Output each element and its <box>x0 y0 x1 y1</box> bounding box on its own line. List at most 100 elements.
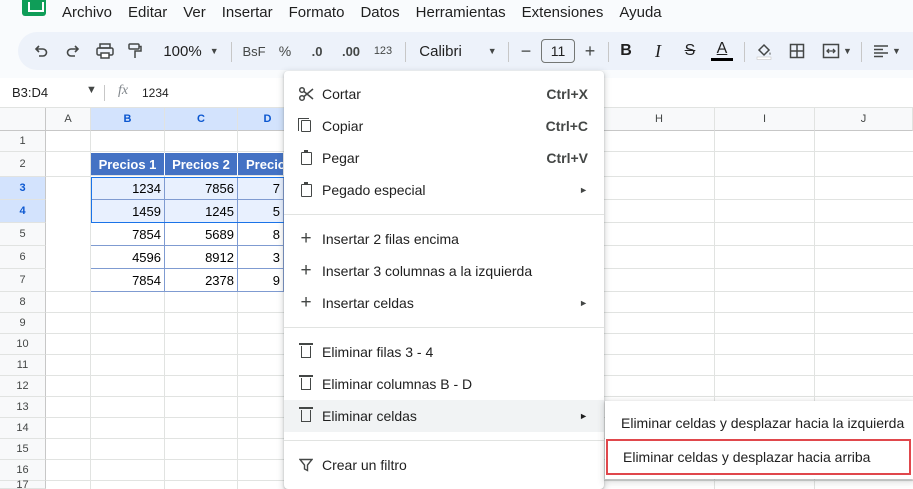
row-header-3[interactable]: 3 <box>0 177 46 200</box>
table-cell[interactable]: 1459 <box>91 200 165 223</box>
chevron-down-icon[interactable]: ▼ <box>86 84 97 96</box>
paint-format-icon[interactable] <box>124 32 146 70</box>
row-header-17[interactable]: 17 <box>0 479 46 489</box>
menu-item-pegado-especial[interactable]: Pegado especial ► <box>284 174 604 206</box>
row-header-15[interactable]: 15 <box>0 439 46 460</box>
toolbar-divider <box>231 42 232 62</box>
menu-item-label: Eliminar filas 3 - 4 <box>322 344 434 360</box>
select-all-corner[interactable] <box>0 108 46 131</box>
text-color-label: A <box>716 40 728 57</box>
merge-cells-icon[interactable]: ▼ <box>818 32 856 70</box>
menu-item-copiar[interactable]: Copiar Ctrl+C <box>284 110 604 142</box>
italic-button[interactable]: I <box>648 32 668 70</box>
table-cell[interactable]: 8912 <box>165 246 238 269</box>
increase-decimals-button[interactable]: .00 <box>336 32 366 70</box>
menu-herramientas[interactable]: Herramientas <box>416 4 506 21</box>
menu-item-label: Pegado especial <box>322 182 426 198</box>
undo-icon[interactable] <box>30 32 52 70</box>
row-header-9[interactable]: 9 <box>0 313 46 334</box>
menu-item-eliminar-celdas[interactable]: Eliminar celdas ► <box>284 400 604 432</box>
menu-item-eliminar-columnas[interactable]: Eliminar columnas B - D <box>284 368 604 400</box>
bold-button[interactable]: B <box>616 32 636 70</box>
menu-formato[interactable]: Formato <box>289 4 345 21</box>
row-header-11[interactable]: 11 <box>0 355 46 376</box>
decrease-font-size-icon[interactable]: − <box>516 32 536 70</box>
font-size-input[interactable]: 11 <box>541 39 575 63</box>
row-header-1[interactable]: 1 <box>0 131 46 152</box>
menu-extensiones[interactable]: Extensiones <box>522 4 604 21</box>
column-header-h[interactable]: H <box>604 108 715 131</box>
increase-font-size-icon[interactable]: + <box>580 32 600 70</box>
column-header-b[interactable]: B <box>91 108 165 131</box>
table-cell[interactable]: 9 <box>238 269 284 292</box>
column-header-j[interactable]: J <box>815 108 913 131</box>
text-color-button[interactable]: A <box>710 32 734 70</box>
row-header-13[interactable]: 13 <box>0 397 46 418</box>
menu-ayuda[interactable]: Ayuda <box>619 4 661 21</box>
table-header-cell[interactable]: Precios 1 <box>91 153 165 176</box>
menu-item-crear-filtro[interactable]: Crear un filtro <box>284 449 604 481</box>
menu-item-insertar-columnas[interactable]: + Insertar 3 columnas a la izquierda <box>284 255 604 287</box>
borders-icon[interactable] <box>786 32 808 70</box>
table-cell[interactable]: 1234 <box>91 177 165 200</box>
column-header-i[interactable]: I <box>715 108 815 131</box>
menu-ver[interactable]: Ver <box>183 4 206 21</box>
menu-item-pegar[interactable]: Pegar Ctrl+V <box>284 142 604 174</box>
table-cell[interactable]: 3 <box>238 246 284 269</box>
row-header-12[interactable]: 12 <box>0 376 46 397</box>
menu-insertar[interactable]: Insertar <box>222 4 273 21</box>
table-cell[interactable]: 7 <box>238 177 284 200</box>
menu-item-cortar[interactable]: Cortar Ctrl+X <box>284 78 604 110</box>
redo-icon[interactable] <box>62 32 84 70</box>
table-cell[interactable]: 5689 <box>165 223 238 246</box>
row-header-8[interactable]: 8 <box>0 292 46 313</box>
horizontal-align-icon[interactable]: ▼ <box>868 32 906 70</box>
fill-color-icon[interactable] <box>752 32 776 70</box>
column-header-c[interactable]: C <box>165 108 238 131</box>
menu-item-insertar-celdas[interactable]: + Insertar celdas ► <box>284 287 604 319</box>
scissors-icon <box>298 86 314 102</box>
formula-input[interactable]: 1234 <box>142 86 169 100</box>
submenu-item-shift-left[interactable]: Eliminar celdas y desplazar hacia la izq… <box>605 404 913 442</box>
italic-label: I <box>655 40 661 61</box>
column-header-a[interactable]: A <box>46 108 91 131</box>
menu-item-insertar-filas[interactable]: + Insertar 2 filas encima <box>284 223 604 255</box>
decrease-decimals-button[interactable]: .0 <box>303 32 331 70</box>
table-cell[interactable]: 7854 <box>91 223 165 246</box>
percent-format-button[interactable]: % <box>275 32 295 70</box>
table-cell[interactable]: 7854 <box>91 269 165 292</box>
more-formats-label: 123 <box>373 45 393 57</box>
submenu-arrow-icon: ► <box>579 298 588 308</box>
strikethrough-label: S <box>684 42 696 59</box>
menu-item-eliminar-filas[interactable]: Eliminar filas 3 - 4 <box>284 336 604 368</box>
name-box[interactable]: B3:D4 <box>12 85 48 100</box>
table-cell[interactable]: 2378 <box>165 269 238 292</box>
currency-format-button[interactable]: BsF <box>240 32 268 70</box>
table-cell[interactable]: 5 <box>238 200 284 223</box>
sheets-logo-icon[interactable] <box>22 0 46 16</box>
menu-editar[interactable]: Editar <box>128 4 167 21</box>
row-header-7[interactable]: 7 <box>0 269 46 292</box>
table-header-cell[interactable]: Precio <box>238 153 286 176</box>
table-cell[interactable]: 1245 <box>165 200 238 223</box>
zoom-select[interactable]: 100% ▼ <box>160 32 222 70</box>
row-header-6[interactable]: 6 <box>0 246 46 269</box>
print-icon[interactable] <box>94 32 116 70</box>
row-header-14[interactable]: 14 <box>0 418 46 439</box>
menu-archivo[interactable]: Archivo <box>62 4 112 21</box>
toolbar: 100% ▼ BsF % .0 .00 123 Calibri ▼ − 11 +… <box>18 32 913 70</box>
more-formats-button[interactable]: 123 <box>370 32 396 70</box>
table-header-cell[interactable]: Precios 2 <box>165 153 238 176</box>
strikethrough-button[interactable]: S <box>680 32 700 70</box>
table-cell[interactable]: 7856 <box>165 177 238 200</box>
font-family-select[interactable]: Calibri ▼ <box>416 32 500 70</box>
row-header-2[interactable]: 2 <box>0 152 46 177</box>
table-cell[interactable]: 4596 <box>91 246 165 269</box>
submenu-item-shift-up[interactable]: Eliminar celdas y desplazar hacia arriba <box>606 439 911 475</box>
table-cell[interactable]: 8 <box>238 223 284 246</box>
chevron-down-icon: ▼ <box>892 46 901 56</box>
menu-datos[interactable]: Datos <box>360 4 399 21</box>
row-header-10[interactable]: 10 <box>0 334 46 355</box>
row-header-4[interactable]: 4 <box>0 200 46 223</box>
row-header-5[interactable]: 5 <box>0 223 46 246</box>
